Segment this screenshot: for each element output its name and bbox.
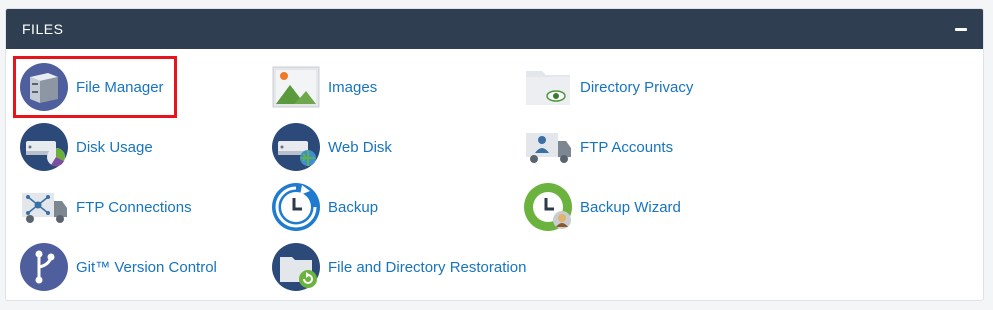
item-label[interactable]: Backup Wizard <box>580 199 681 216</box>
backup-wizard-link[interactable]: Backup Wizard <box>524 182 681 232</box>
item-label[interactable]: Git™ Version Control <box>76 259 217 276</box>
file-and-directory-restoration-link[interactable]: File and Directory Restoration <box>272 242 526 292</box>
item-label[interactable]: Disk Usage <box>76 139 153 156</box>
files-panel-header[interactable]: FILES <box>6 9 983 49</box>
disk-globe-icon <box>272 123 320 171</box>
item-label[interactable]: FTP Accounts <box>580 139 673 156</box>
ftp-connections-link[interactable]: FTP Connections <box>20 182 192 232</box>
web-disk-link[interactable]: Web Disk <box>272 122 392 172</box>
git-version-control-link[interactable]: Git™ Version Control <box>20 242 217 292</box>
backup-link[interactable]: Backup <box>272 182 378 232</box>
minus-icon[interactable] <box>953 21 969 37</box>
directory-privacy-link[interactable]: Directory Privacy <box>524 62 693 112</box>
file-manager-link[interactable]: File Manager <box>20 62 164 112</box>
item-label[interactable]: File Manager <box>76 79 164 96</box>
truck-user-icon <box>526 133 571 163</box>
backup-wizard-icon <box>524 183 572 231</box>
item-label[interactable]: Directory Privacy <box>580 79 693 96</box>
folder-restore-icon <box>272 243 320 291</box>
file-cabinet-icon <box>20 63 68 111</box>
item-label[interactable]: FTP Connections <box>76 199 192 216</box>
item-label[interactable]: Images <box>328 79 377 96</box>
item-label[interactable]: File and Directory Restoration <box>328 259 526 276</box>
ftp-accounts-link[interactable]: FTP Accounts <box>524 122 673 172</box>
files-panel: FILES File Manager Images Directory Priv… <box>5 8 984 301</box>
truck-network-icon <box>22 193 67 223</box>
disk-pie-icon <box>20 123 68 171</box>
images-link[interactable]: Images <box>272 62 377 112</box>
item-label[interactable]: Web Disk <box>328 139 392 156</box>
item-label[interactable]: Backup <box>328 199 378 216</box>
git-branch-icon <box>20 243 68 291</box>
image-landscape-icon <box>272 66 320 108</box>
folder-eye-icon <box>526 71 570 105</box>
section-title: FILES <box>22 21 64 37</box>
backup-clock-icon <box>272 183 320 231</box>
disk-usage-link[interactable]: Disk Usage <box>20 122 153 172</box>
